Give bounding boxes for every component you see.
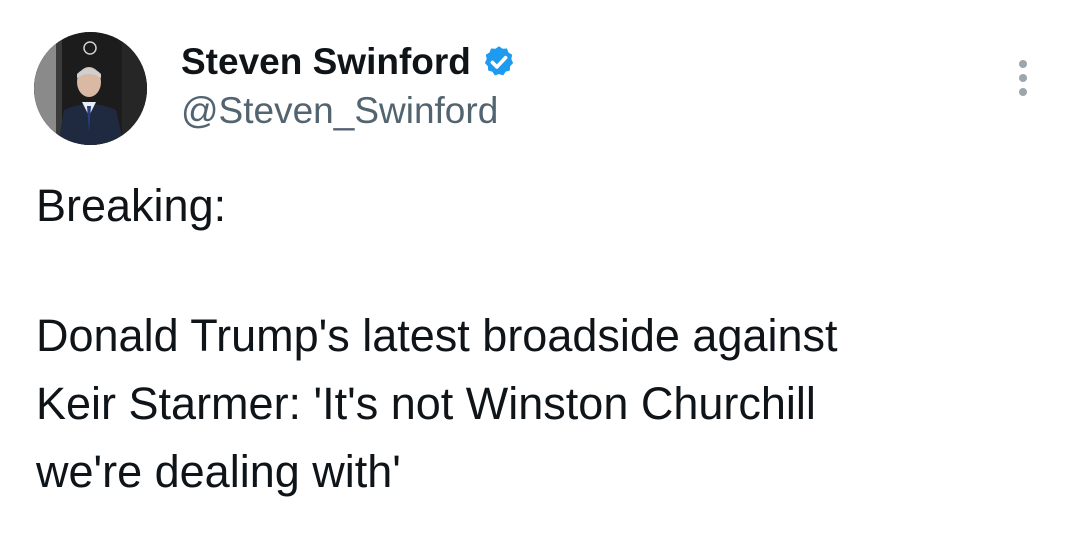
more-options-icon[interactable] xyxy=(1006,56,1040,100)
more-dot xyxy=(1019,74,1027,82)
tweet-text-line: Donald Trump's latest broadside against xyxy=(36,310,838,361)
tweet-text-line: Keir Starmer: 'It's not Winston Churchil… xyxy=(36,378,816,429)
tweet-text-line: Breaking: xyxy=(36,180,227,231)
avatar[interactable] xyxy=(34,32,147,145)
more-dot xyxy=(1019,88,1027,96)
tweet-card: Steven Swinford @Steven_Swinford Breakin… xyxy=(0,0,1080,537)
author-name-row: Steven Swinford xyxy=(181,38,517,86)
tweet-text-line: we're dealing with' xyxy=(36,446,401,497)
avatar-photo xyxy=(34,32,147,145)
author-display-name[interactable]: Steven Swinford xyxy=(181,38,471,86)
author-handle[interactable]: @Steven_Swinford xyxy=(181,88,498,134)
verified-badge-icon xyxy=(481,44,517,80)
more-dot xyxy=(1019,60,1027,68)
